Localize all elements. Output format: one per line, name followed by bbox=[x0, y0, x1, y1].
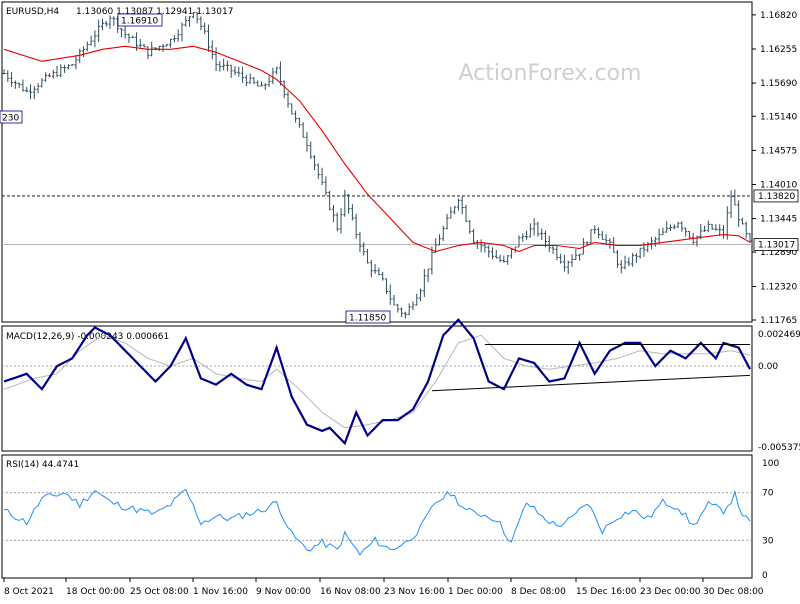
last-price-box: 1.13017 bbox=[753, 238, 799, 251]
rsi-label: RSI(14) 44.4741 bbox=[6, 460, 79, 470]
low-annotation: 1.11850 bbox=[345, 310, 391, 324]
x-tick-label: 30 Dec 08:00 bbox=[703, 587, 764, 597]
rsi-tick-label: 0 bbox=[762, 571, 768, 581]
svg-text:1.11850: 1.11850 bbox=[349, 314, 386, 324]
price-tick-label: 1.12320 bbox=[760, 282, 797, 292]
x-tick-label: 23 Dec 00:00 bbox=[640, 587, 701, 597]
rsi-tick-label: 100 bbox=[762, 459, 779, 469]
x-tick-label: 23 Nov 16:00 bbox=[384, 587, 445, 597]
x-tick-label: 1 Nov 16:00 bbox=[193, 587, 248, 597]
macd-tick-label: 0.00 bbox=[758, 362, 778, 372]
x-tick-label: 16 Nov 08:00 bbox=[320, 587, 381, 597]
x-tick-label: 8 Dec 08:00 bbox=[511, 587, 566, 597]
macd-tick-label: -0.005375 bbox=[758, 443, 800, 453]
x-tick-label: 1 Dec 00:00 bbox=[448, 587, 503, 597]
macd-tick-label: 0.002469 bbox=[758, 330, 800, 340]
chart-svg: ActionForex.com EURUSD,H4 1.13060 1.1308… bbox=[0, 0, 800, 600]
high-annotation: 1.16910 bbox=[117, 13, 163, 27]
price-tick-label: 1.16820 bbox=[760, 11, 797, 21]
watermark: ActionForex.com bbox=[459, 61, 642, 86]
chart-background bbox=[0, 0, 800, 600]
chart: ActionForex.com EURUSD,H4 1.13060 1.1308… bbox=[0, 0, 800, 600]
price-tick-label: 1.14575 bbox=[760, 146, 797, 156]
price-tick-label: 1.13445 bbox=[760, 215, 797, 225]
price-tick-label: 1.15690 bbox=[760, 79, 797, 89]
rsi-tick-label: 70 bbox=[762, 489, 774, 499]
price-tick-label: 1.16255 bbox=[760, 45, 797, 55]
level-label: 1.13820 bbox=[758, 192, 795, 202]
resistance-level-box: 1.13820 bbox=[753, 189, 799, 203]
svg-text:230: 230 bbox=[2, 114, 19, 124]
price-tick-label: 1.14010 bbox=[760, 180, 797, 190]
rsi-tick-label: 30 bbox=[762, 536, 774, 546]
price-tick-label: 1.15140 bbox=[760, 112, 797, 122]
level-label: 1.13017 bbox=[758, 240, 795, 250]
left-cut-label: 230 bbox=[0, 110, 23, 124]
x-tick-label: 9 Nov 00:00 bbox=[256, 587, 311, 597]
price-tick-label: 1.11765 bbox=[760, 316, 797, 326]
x-tick-label: 15 Dec 16:00 bbox=[576, 587, 637, 597]
svg-text:1.16910: 1.16910 bbox=[121, 17, 158, 27]
x-tick-label: 25 Oct 08:00 bbox=[130, 587, 189, 597]
x-tick-label: 8 Oct 2021 bbox=[4, 587, 54, 597]
instrument-label: EURUSD,H4 bbox=[6, 7, 59, 17]
x-tick-label: 18 Oct 00:00 bbox=[66, 587, 125, 597]
